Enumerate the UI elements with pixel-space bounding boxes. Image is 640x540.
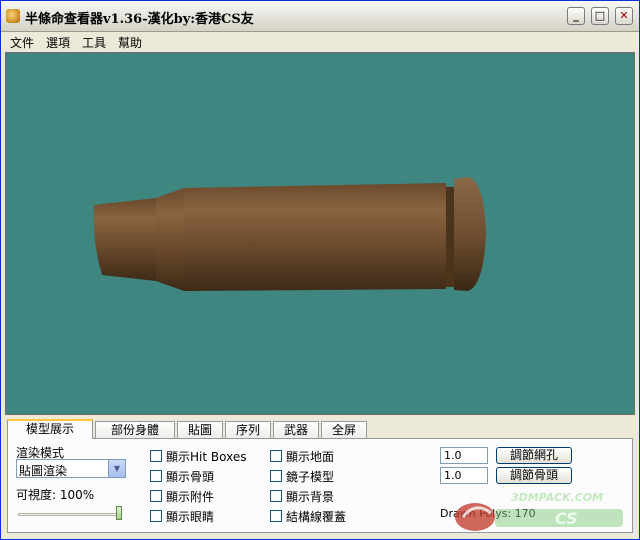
render-mode-value: 貼圖渲染 xyxy=(19,464,68,478)
chevron-down-icon[interactable]: ▼ xyxy=(108,460,125,477)
watermark-text: 3DMPACK.COM xyxy=(511,491,603,504)
visibility-slider-track[interactable] xyxy=(18,513,122,516)
label-show-ground: 顯示地面 xyxy=(286,450,335,464)
watermark-logo: 3DMPACK.COM CS xyxy=(455,491,623,531)
tab-sequences[interactable]: 序列 xyxy=(225,421,271,439)
label-show-bones: 顯示骨頭 xyxy=(166,470,215,484)
window-title: 半條命查看器v1.36-漢化by:香港CS友 xyxy=(25,12,254,27)
minimize-button[interactable]: _ xyxy=(567,7,585,25)
app-window: 半條命查看器v1.36-漢化by:香港CS友 _ □ ✕ 文件 選項 工具 幫助 xyxy=(0,0,640,540)
label-show-hitboxes: 顯示Hit Boxes xyxy=(166,450,247,464)
tab-textures[interactable]: 貼圖 xyxy=(177,421,223,439)
checkbox-show-hitboxes[interactable] xyxy=(150,450,162,462)
close-button[interactable]: ✕ xyxy=(615,7,633,25)
mesh-value-input[interactable]: 1.0 xyxy=(440,447,488,464)
checkbox-show-ground[interactable] xyxy=(270,450,282,462)
checkbox-show-attachments[interactable] xyxy=(150,490,162,502)
menu-file[interactable]: 文件 xyxy=(10,34,34,51)
label-show-attachments: 顯示附件 xyxy=(166,490,215,504)
label-wireframe-overlay: 結構線覆蓋 xyxy=(286,510,347,524)
menu-options[interactable]: 選項 xyxy=(46,34,70,51)
visibility-slider-thumb[interactable] xyxy=(116,506,122,520)
model-viewport[interactable] xyxy=(5,52,635,415)
title-bar[interactable]: 半條命查看器v1.36-漢化by:香港CS友 _ □ ✕ xyxy=(1,1,639,32)
checkbox-show-background[interactable] xyxy=(270,490,282,502)
casing-body xyxy=(184,183,446,291)
label-show-eyes: 顯示眼睛 xyxy=(166,510,215,524)
menu-tools[interactable]: 工具 xyxy=(82,34,106,51)
tab-fullscreen[interactable]: 全屏 xyxy=(321,421,367,439)
tab-model-display[interactable]: 模型展示 xyxy=(7,419,93,439)
casing-rim xyxy=(454,177,486,291)
checkbox-mirror-model[interactable] xyxy=(270,470,282,482)
casing-neck xyxy=(93,198,156,281)
casing-shoulder xyxy=(156,188,184,291)
bullet-casing-model xyxy=(93,177,486,291)
casing-groove xyxy=(446,187,454,287)
render-mode-select[interactable]: 貼圖渲染 ▼ xyxy=(16,459,126,478)
checkbox-wireframe-overlay[interactable] xyxy=(270,510,282,522)
app-icon xyxy=(6,9,20,23)
checkbox-show-eyes[interactable] xyxy=(150,510,162,522)
menu-bar: 文件 選項 工具 幫助 xyxy=(1,32,639,52)
menu-help[interactable]: 幫助 xyxy=(118,34,142,51)
label-mirror-model: 鏡子模型 xyxy=(286,470,335,484)
visibility-label: 可視度: 100% xyxy=(16,488,95,502)
checkbox-show-bones[interactable] xyxy=(150,470,162,482)
tab-body-parts[interactable]: 部份身體 xyxy=(95,421,175,439)
adjust-mesh-button[interactable]: 調節網孔 xyxy=(496,447,572,464)
svg-text:CS: CS xyxy=(555,509,578,528)
maximize-button[interactable]: □ xyxy=(591,7,609,25)
tab-weapons[interactable]: 武器 xyxy=(273,421,319,439)
label-show-background: 顯示背景 xyxy=(286,490,335,504)
